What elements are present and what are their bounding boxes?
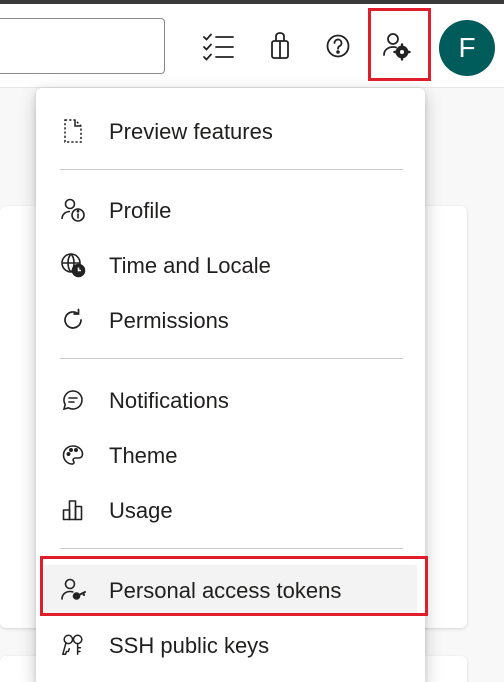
refresh-icon	[60, 307, 86, 333]
chat-bubble-icon	[60, 387, 86, 413]
menu-divider	[60, 358, 403, 359]
marketplace-bag-icon[interactable]	[262, 28, 298, 64]
menu-item-time-and-locale[interactable]: Time and Locale	[44, 240, 417, 290]
user-settings-icon[interactable]	[378, 28, 414, 64]
menu-item-theme[interactable]: Theme	[44, 430, 417, 480]
menu-item-label: Theme	[109, 443, 178, 468]
user-avatar[interactable]: F	[439, 20, 495, 76]
menu-item-usage[interactable]: Usage	[44, 485, 417, 535]
bar-chart-icon	[60, 497, 86, 523]
user-settings-menu: Preview features Profile Time and Locale	[36, 88, 425, 682]
page-icon	[60, 118, 86, 144]
keys-icon	[60, 632, 86, 658]
search-input[interactable]	[0, 18, 165, 74]
menu-item-personal-access-tokens[interactable]: Personal access tokens	[44, 565, 417, 615]
person-info-icon	[60, 197, 86, 223]
menu-item-profile[interactable]: Profile	[44, 185, 417, 235]
work-items-icon[interactable]	[200, 28, 236, 64]
menu-item-label: Preview features	[109, 119, 273, 144]
menu-item-label: Profile	[109, 198, 172, 223]
person-key-icon	[60, 577, 86, 603]
menu-divider	[60, 548, 403, 549]
menu-item-label: Time and Locale	[109, 253, 271, 278]
menu-item-notifications[interactable]: Notifications	[44, 375, 417, 425]
menu-item-label: Usage	[109, 498, 173, 523]
help-icon[interactable]	[320, 28, 356, 64]
menu-item-label: Personal access tokens	[109, 578, 342, 603]
menu-item-ssh-public-keys[interactable]: SSH public keys	[44, 620, 417, 670]
menu-item-preview-features[interactable]: Preview features	[44, 106, 417, 156]
globe-clock-icon	[60, 252, 86, 278]
menu-item-label: Permissions	[109, 308, 229, 333]
palette-icon	[60, 442, 86, 468]
menu-divider	[60, 169, 403, 170]
menu-item-label: SSH public keys	[109, 633, 270, 658]
menu-item-permissions[interactable]: Permissions	[44, 295, 417, 345]
top-header-bar: F	[0, 4, 504, 88]
menu-item-label: Notifications	[109, 388, 229, 413]
